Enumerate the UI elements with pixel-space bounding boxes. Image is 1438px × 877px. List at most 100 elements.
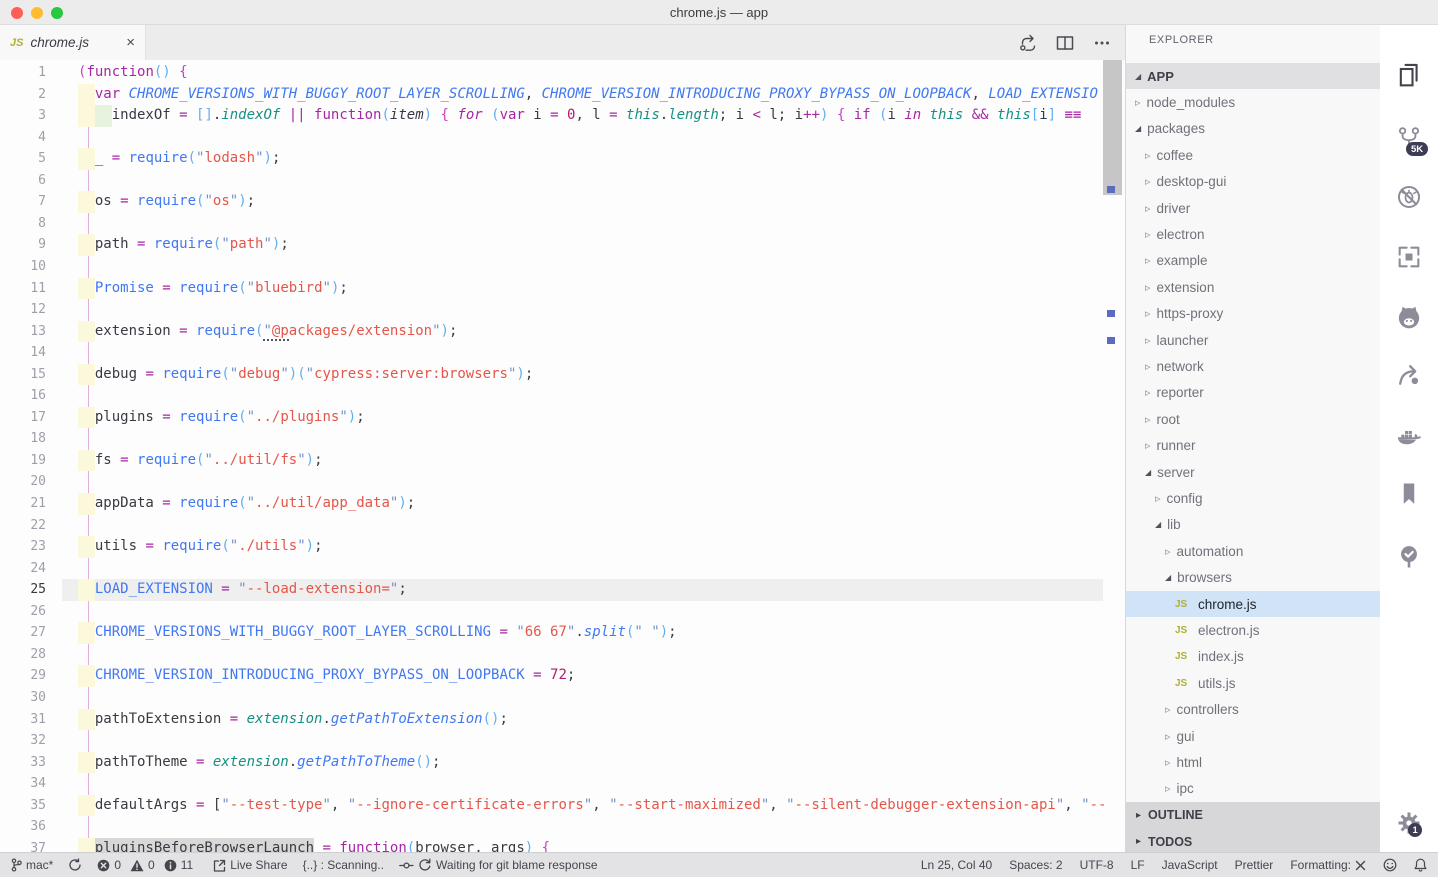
tree-file-utils-js[interactable]: JSutils.js [1126,670,1380,696]
tree-folder-runner[interactable]: ▹runner [1126,433,1380,459]
chevron-collapsed-icon[interactable]: ▹ [1145,439,1151,452]
chevron-collapsed-icon[interactable]: ▹ [1145,334,1151,347]
code-editor[interactable]: 1(function() {2 var CHROME_VERSIONS_WITH… [0,60,1125,852]
tree-folder-browsers[interactable]: ◢browsers [1126,565,1380,591]
tree-folder-example[interactable]: ▹example [1126,248,1380,274]
code-line[interactable]: plugins = require("../plugins"); [78,407,365,429]
debug-disabled-icon[interactable] [1395,183,1423,211]
code-line[interactable]: _ = require("lodash"); [78,148,280,170]
chevron-collapsed-icon[interactable]: ▹ [1145,386,1151,399]
tree-folder-gui[interactable]: ▹gui [1126,723,1380,749]
status-cursor-position[interactable]: Ln 25, Col 40 [921,858,992,872]
tree-folder-desktop-gui[interactable]: ▹desktop-gui [1126,169,1380,195]
tree-folder-ipc[interactable]: ▹ipc [1126,776,1380,802]
code-line[interactable]: pathToTheme = extension.getPathToTheme()… [78,752,440,774]
tree-folder-network[interactable]: ▹network [1126,353,1380,379]
status-formatter[interactable]: Prettier [1235,858,1274,872]
chevron-collapsed-icon[interactable]: ▹ [1145,307,1151,320]
chevron-expanded-icon[interactable]: ◢ [1145,468,1151,477]
tree-folder-reporter[interactable]: ▹reporter [1126,380,1380,406]
extensions-icon[interactable] [1395,243,1423,271]
tree-folder-lib[interactable]: ◢lib [1126,512,1380,538]
status-language-mode[interactable]: JavaScript [1162,858,1218,872]
status-git-branch[interactable]: mac* [11,858,53,872]
tree-file-electron-js[interactable]: JSelectron.js [1126,617,1380,643]
code-line[interactable]: var CHROME_VERSIONS_WITH_BUGGY_ROOT_LAYE… [78,84,1098,106]
project-manager-icon[interactable] [1395,543,1423,571]
code-line[interactable]: utils = require("./utils"); [78,536,323,558]
tree-folder-html[interactable]: ▹html [1126,749,1380,775]
scrollbar-thumb[interactable] [1103,60,1122,195]
docker-icon[interactable] [1395,423,1423,451]
status-indentation[interactable]: Spaces: 2 [1009,858,1062,872]
bookmarks-icon[interactable] [1395,480,1423,508]
code-line[interactable]: path = require("path"); [78,234,289,256]
code-line[interactable]: Promise = require("bluebird"); [78,278,348,300]
status-git-blame[interactable]: Waiting for git blame response [399,858,598,872]
code-line[interactable]: pluginsBeforeBrowserLaunch = function(br… [78,838,550,852]
more-actions-icon[interactable] [1092,34,1112,52]
tab-chrome-js[interactable]: JS chrome.js × [0,25,146,60]
tree-folder-automation[interactable]: ▹automation [1126,538,1380,564]
chevron-collapsed-icon[interactable]: ▹ [1145,202,1151,215]
tree-folder-extension[interactable]: ▹extension [1126,274,1380,300]
tree-folder-https-proxy[interactable]: ▹https-proxy [1126,301,1380,327]
chevron-collapsed-icon[interactable]: ▹ [1145,413,1151,426]
tree-folder-server[interactable]: ◢server [1126,459,1380,485]
status-notifications-bell[interactable] [1414,858,1427,872]
chevron-collapsed-icon[interactable]: ▹ [1165,703,1171,716]
code-line[interactable]: CHROME_VERSIONS_WITH_BUGGY_ROOT_LAYER_SC… [78,622,677,644]
compare-changes-icon[interactable] [1018,34,1038,52]
code-line[interactable]: (function() { [78,62,188,84]
tree-file-chrome-js[interactable]: JSchrome.js [1126,591,1380,617]
todos-section-header[interactable]: ▸ TODOS [1126,828,1380,852]
status-problems[interactable]: 0011 [97,858,198,872]
status-live-share[interactable]: Live Share [213,858,287,872]
chevron-collapsed-icon[interactable]: ▹ [1145,228,1151,241]
explorer-icon[interactable] [1395,62,1423,90]
chevron-collapsed-icon[interactable]: ▹ [1165,782,1171,795]
chevron-collapsed-icon[interactable]: ▹ [1145,149,1151,162]
chevron-collapsed-icon[interactable]: ▹ [1165,545,1171,558]
outline-section-header[interactable]: ▸ OUTLINE [1126,802,1380,828]
chevron-collapsed-icon[interactable]: ▹ [1145,281,1151,294]
code-line[interactable]: LOAD_EXTENSION = "--load-extension="; [78,579,407,601]
tree-root-app[interactable]: ◢ APP [1126,63,1380,89]
code-line[interactable]: debug = require("debug")("cypress:server… [78,364,533,386]
chevron-expanded-icon[interactable]: ◢ [1135,124,1141,133]
code-line[interactable]: fs = require("../util/fs"); [78,450,323,472]
tree-file-index-js[interactable]: JSindex.js [1126,644,1380,670]
split-editor-icon[interactable] [1055,34,1075,52]
chevron-collapsed-icon[interactable]: ▹ [1145,360,1151,373]
tree-folder-coffee[interactable]: ▹coffee [1126,142,1380,168]
status-formatting-toggle[interactable]: Formatting: [1290,858,1366,872]
status-scanning[interactable]: {..} : Scanning.. [303,858,384,872]
chevron-expanded-icon[interactable]: ◢ [1135,72,1141,81]
chevron-collapsed-icon[interactable]: ▹ [1145,254,1151,267]
code-line[interactable]: os = require("os"); [78,191,255,213]
status-sync[interactable] [68,858,82,872]
code-line[interactable]: pathToExtension = extension.getPathToExt… [78,709,508,731]
code-line[interactable]: appData = require("../util/app_data"); [78,493,415,515]
tree-folder-packages[interactable]: ◢packages [1126,116,1380,142]
status-feedback-smiley[interactable] [1383,858,1397,872]
tree-folder-electron[interactable]: ▹electron [1126,221,1380,247]
close-tab-icon[interactable]: × [126,35,135,50]
status-encoding[interactable]: UTF-8 [1080,858,1114,872]
status-eol[interactable]: LF [1131,858,1145,872]
chevron-expanded-icon[interactable]: ◢ [1155,520,1161,529]
code-line[interactable]: indexOf = [].indexOf || function(item) {… [78,105,1081,127]
chevron-collapsed-icon[interactable]: ▹ [1145,175,1151,188]
tree-folder-launcher[interactable]: ▹launcher [1126,327,1380,353]
chevron-collapsed-icon[interactable]: ▹ [1135,96,1141,109]
tree-folder-controllers[interactable]: ▹controllers [1126,697,1380,723]
tree-folder-node-modules[interactable]: ▹node_modules [1126,89,1380,115]
chevron-collapsed-icon[interactable]: ▹ [1165,756,1171,769]
editor-scrollbar[interactable] [1103,60,1122,852]
tree-folder-config[interactable]: ▹config [1126,485,1380,511]
chevron-collapsed-icon[interactable]: ▹ [1155,492,1161,505]
chevron-collapsed-icon[interactable]: ▹ [1165,730,1171,743]
code-line[interactable]: CHROME_VERSION_INTRODUCING_PROXY_BYPASS_… [78,665,575,687]
tree-folder-root[interactable]: ▹root [1126,406,1380,432]
code-line[interactable]: defaultArgs = ["--test-type", "--ignore-… [78,795,1106,817]
